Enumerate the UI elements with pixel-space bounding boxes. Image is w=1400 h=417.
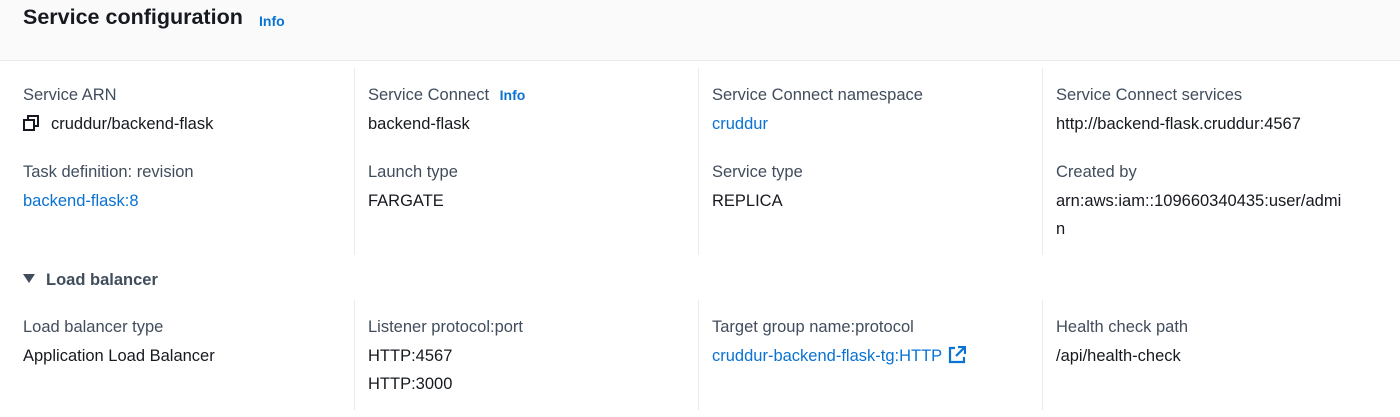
lb-column-2: Listener protocol:port HTTP:4567 HTTP:30… <box>354 300 698 410</box>
load-balancer-toggle-label: Load balancer <box>46 271 158 289</box>
service-type-value: REPLICA <box>712 192 783 210</box>
lb-column-3: Target group name:protocol cruddur-backe… <box>698 300 1042 410</box>
lb-type-value: Application Load Balancer <box>23 347 215 365</box>
service-details-grid: Service ARN cruddur/backend-flask Task d… <box>0 68 1400 255</box>
created-by-field: Created by arn:aws:iam::109660340435:use… <box>1056 162 1392 243</box>
external-link-icon[interactable] <box>948 346 967 364</box>
service-arn-value: cruddur/backend-flask <box>51 115 214 133</box>
target-group-label: Target group name:protocol <box>712 318 914 336</box>
launch-type-value: FARGATE <box>368 192 444 210</box>
created-by-label: Created by <box>1056 163 1137 181</box>
service-connect-info-link[interactable]: Info <box>500 87 526 103</box>
lb-type-field: Load balancer type Application Load Bala… <box>23 317 346 370</box>
connect-services-value: http://backend-flask.cruddur:4567 <box>1056 115 1301 133</box>
launch-type-field: Launch type FARGATE <box>368 162 690 215</box>
task-definition-label: Task definition: revision <box>23 163 194 181</box>
service-arn-field: Service ARN cruddur/backend-flask <box>23 85 346 138</box>
service-arn-value-row: cruddur/backend-flask <box>23 110 346 138</box>
connect-services-field: Service Connect services http://backend-… <box>1056 85 1392 138</box>
copy-icon[interactable] <box>23 115 39 131</box>
service-type-field: Service type REPLICA <box>712 162 1034 215</box>
health-check-label: Health check path <box>1056 318 1189 336</box>
target-group-link[interactable]: cruddur-backend-flask-tg:HTTP <box>712 347 942 365</box>
namespace-link[interactable]: cruddur <box>712 115 768 133</box>
target-group-field: Target group name:protocol cruddur-backe… <box>712 317 1034 370</box>
service-connect-label: Service Connect <box>368 86 490 104</box>
column-3: Service Connect namespace cruddur Servic… <box>698 68 1042 255</box>
connect-services-label: Service Connect services <box>1056 86 1243 104</box>
health-check-field: Health check path /api/health-check <box>1056 317 1392 370</box>
created-by-value: arn:aws:iam::109660340435:user/admin <box>1056 192 1342 238</box>
load-balancer-toggle[interactable]: Load balancer <box>23 271 158 290</box>
service-connect-field: Service Connect Info backend-flask <box>368 85 690 138</box>
service-arn-label: Service ARN <box>23 86 117 104</box>
header-info-link[interactable]: Info <box>259 13 285 29</box>
lb-type-label: Load balancer type <box>23 318 164 336</box>
task-definition-field: Task definition: revision backend-flask:… <box>23 162 346 215</box>
task-definition-link[interactable]: backend-flask:8 <box>23 192 139 210</box>
listener-field: Listener protocol:port HTTP:4567 HTTP:30… <box>368 317 690 398</box>
caret-down-icon <box>23 274 35 283</box>
section-header: Service configuration Info <box>0 0 1400 61</box>
listener-value-2: HTTP:3000 <box>368 375 453 393</box>
lb-column-4: Health check path /api/health-check <box>1042 300 1400 410</box>
health-check-value: /api/health-check <box>1056 347 1181 365</box>
load-balancer-grid: Load balancer type Application Load Bala… <box>0 300 1400 410</box>
namespace-field: Service Connect namespace cruddur <box>712 85 1034 138</box>
launch-type-label: Launch type <box>368 163 458 181</box>
column-1: Service ARN cruddur/backend-flask Task d… <box>0 68 354 255</box>
lb-column-1: Load balancer type Application Load Bala… <box>0 300 354 410</box>
namespace-label: Service Connect namespace <box>712 86 923 104</box>
service-connect-value: backend-flask <box>368 115 470 133</box>
page-title: Service configuration <box>23 5 243 29</box>
column-4: Service Connect services http://backend-… <box>1042 68 1400 255</box>
listener-label: Listener protocol:port <box>368 318 524 336</box>
listener-value-1: HTTP:4567 <box>368 347 453 365</box>
service-type-label: Service type <box>712 163 803 181</box>
column-2: Service Connect Info backend-flask Launc… <box>354 68 698 255</box>
